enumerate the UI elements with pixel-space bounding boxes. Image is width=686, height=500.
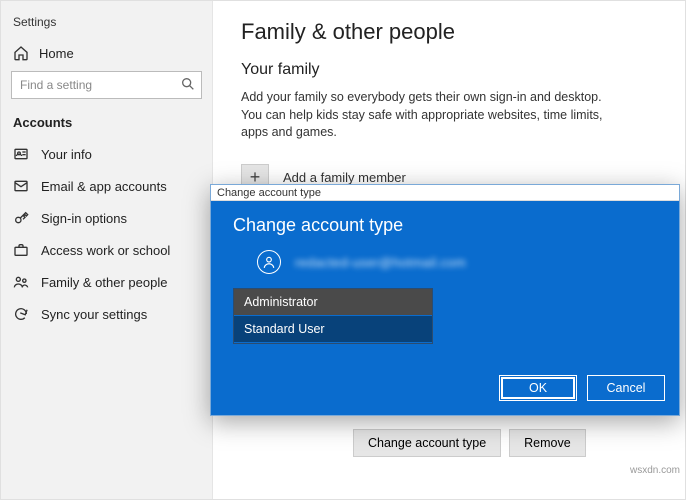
sidebar-item-family[interactable]: Family & other people [1, 266, 212, 298]
section-blurb: Add your family so everybody gets their … [241, 89, 611, 142]
change-account-type-button[interactable]: Change account type [353, 429, 501, 457]
watermark: wsxdn.com [630, 465, 680, 476]
sidebar: Settings Home Accounts Your info [1, 1, 213, 499]
dialog-heading: Change account type [233, 215, 657, 236]
account-actions: Change account type Remove [353, 429, 586, 457]
dropdown-option-administrator[interactable]: Administrator [234, 289, 432, 316]
search-icon [180, 76, 196, 92]
sync-icon [13, 306, 29, 322]
badge-icon [13, 146, 29, 162]
person-icon [257, 250, 281, 274]
dialog-titlebar: Change account type [211, 185, 679, 201]
dialog-footer: OK Cancel [211, 375, 679, 415]
mail-icon [13, 178, 29, 194]
cancel-button[interactable]: Cancel [587, 375, 665, 401]
sidebar-item-label: Family & other people [41, 275, 167, 290]
briefcase-icon [13, 242, 29, 258]
home-icon [13, 45, 29, 61]
page-title: Family & other people [241, 19, 657, 45]
add-member-label: Add a family member [283, 170, 406, 185]
sidebar-item-label: Sign-in options [41, 211, 127, 226]
sidebar-item-email[interactable]: Email & app accounts [1, 170, 212, 202]
sidebar-item-work-school[interactable]: Access work or school [1, 234, 212, 266]
sidebar-item-signin[interactable]: Sign-in options [1, 202, 212, 234]
account-email: redacted-user@hotmail.com [295, 255, 466, 270]
dropdown-option-standard-user[interactable]: Standard User [234, 316, 432, 343]
sidebar-nav-list: Your info Email & app accounts Sign-in o… [1, 138, 212, 330]
people-icon [13, 274, 29, 290]
search-container [11, 71, 202, 99]
sidebar-item-label: Your info [41, 147, 92, 162]
remove-account-button[interactable]: Remove [509, 429, 586, 457]
ok-button[interactable]: OK [499, 375, 577, 401]
change-account-type-dialog: Change account type Change account type … [210, 184, 680, 416]
section-heading: Your family [241, 61, 657, 79]
account-type-dropdown[interactable]: Administrator Standard User [233, 288, 433, 344]
key-icon [13, 210, 29, 226]
sidebar-item-your-info[interactable]: Your info [1, 138, 212, 170]
sidebar-item-label: Email & app accounts [41, 179, 167, 194]
nav-home[interactable]: Home [1, 39, 212, 71]
dialog-body: Change account type redacted-user@hotmai… [211, 201, 679, 375]
sidebar-section-header: Accounts [1, 113, 212, 138]
settings-window: Settings Home Accounts Your info [0, 0, 686, 500]
account-identity-row: redacted-user@hotmail.com [233, 250, 657, 274]
sidebar-item-label: Sync your settings [41, 307, 147, 322]
nav-home-label: Home [39, 46, 74, 61]
sidebar-item-sync[interactable]: Sync your settings [1, 298, 212, 330]
sidebar-item-label: Access work or school [41, 243, 170, 258]
search-input[interactable] [11, 71, 202, 99]
window-title: Settings [1, 11, 212, 39]
